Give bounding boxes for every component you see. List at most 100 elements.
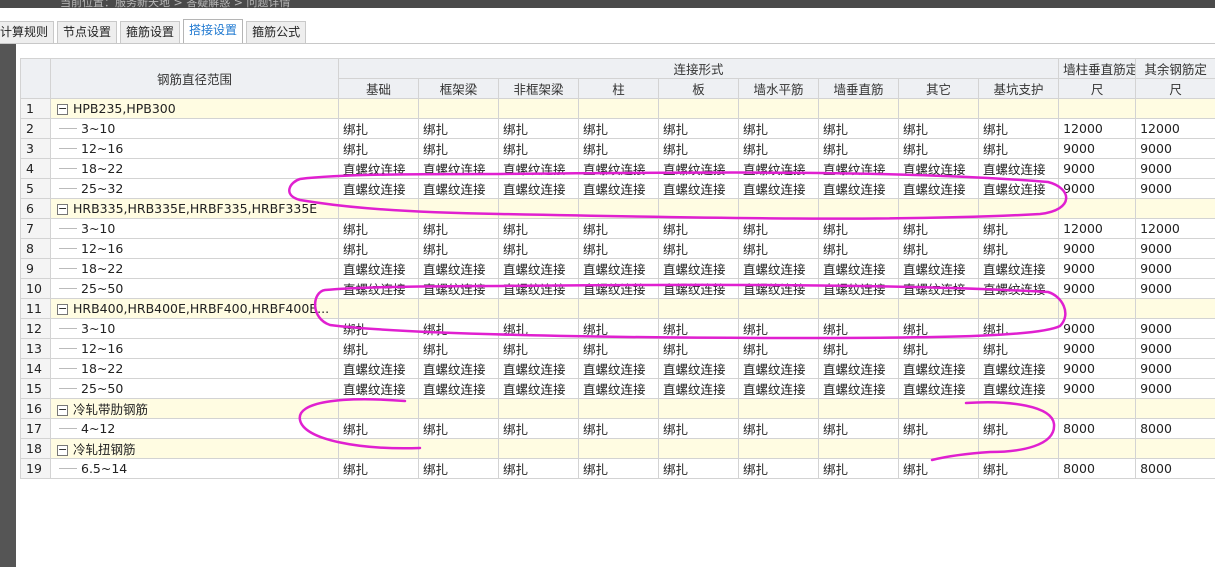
collapse-icon[interactable]: −	[57, 103, 68, 115]
connection-cell[interactable]: 绑扎	[738, 338, 819, 359]
connection-cell[interactable]: 直螺纹连接	[738, 358, 819, 379]
connection-cell[interactable]: 直螺纹连接	[658, 358, 739, 379]
connection-cell[interactable]: 绑扎	[738, 118, 819, 139]
group-label[interactable]: − HRB335,HRB335E,HRBF335,HRBF335E	[50, 198, 339, 219]
wall-col-length-cell[interactable]: 9000	[1058, 258, 1137, 279]
connection-cell[interactable]: 绑扎	[977, 218, 1060, 239]
connection-cell[interactable]: 绑扎	[818, 338, 899, 359]
connection-cell[interactable]: 绑扎	[578, 238, 659, 259]
wall-col-length-cell[interactable]: 8000	[1058, 458, 1137, 479]
connection-cell[interactable]: 绑扎	[658, 338, 739, 359]
group-label[interactable]: − 冷轧扭钢筋	[50, 438, 339, 459]
connection-cell[interactable]: 绑扎	[418, 118, 499, 139]
wall-col-length-cell[interactable]: 12000	[1058, 218, 1137, 239]
connection-cell[interactable]: 绑扎	[338, 218, 419, 239]
table-row[interactable]: 9 18~22 直螺纹连接 直螺纹连接 直螺纹连接 直螺纹连接 直螺纹连接 直螺纹连接 直螺纹连…	[20, 258, 1215, 279]
collapse-icon[interactable]: −	[57, 444, 68, 456]
connection-cell[interactable]: 直螺纹连接	[498, 158, 579, 179]
connection-cell[interactable]: 绑扎	[738, 318, 819, 339]
connection-cell[interactable]: 直螺纹连接	[578, 378, 659, 399]
connection-cell[interactable]: 绑扎	[738, 418, 819, 439]
connection-cell[interactable]: 直螺纹连接	[498, 358, 579, 379]
connection-cell[interactable]: 直螺纹连接	[818, 358, 899, 379]
connection-cell[interactable]: 直螺纹连接	[338, 158, 419, 179]
connection-cell[interactable]: 绑扎	[977, 338, 1060, 359]
connection-cell[interactable]: 绑扎	[977, 458, 1060, 479]
wall-col-length-cell[interactable]: 9000	[1058, 138, 1137, 159]
wall-col-length-cell[interactable]: 8000	[1058, 418, 1137, 439]
connection-cell[interactable]: 绑扎	[418, 138, 499, 159]
group-row[interactable]: 11− HRB400,HRB400E,HRBF400,HRBF400E...	[20, 298, 1215, 319]
connection-cell[interactable]: 直螺纹连接	[898, 158, 979, 179]
connection-cell[interactable]: 绑扎	[818, 218, 899, 239]
connection-cell[interactable]: 直螺纹连接	[418, 278, 499, 299]
connection-cell[interactable]: 绑扎	[898, 338, 979, 359]
connection-cell[interactable]: 绑扎	[418, 458, 499, 479]
other-length-cell[interactable]: 9000	[1135, 278, 1215, 299]
connection-cell[interactable]: 绑扎	[338, 418, 419, 439]
connection-cell[interactable]: 绑扎	[658, 138, 739, 159]
connection-cell[interactable]: 绑扎	[578, 218, 659, 239]
connection-cell[interactable]: 绑扎	[498, 318, 579, 339]
connection-cell[interactable]: 绑扎	[498, 418, 579, 439]
connection-cell[interactable]: 直螺纹连接	[898, 278, 979, 299]
wall-col-length-cell[interactable]: 9000	[1058, 238, 1137, 259]
tab-5[interactable]: 箍筋公式	[246, 21, 307, 44]
wall-col-length-cell[interactable]: 9000	[1058, 178, 1137, 199]
connection-cell[interactable]: 直螺纹连接	[418, 378, 499, 399]
other-length-cell[interactable]: 9000	[1135, 338, 1215, 359]
table-row[interactable]: 4 18~22 直螺纹连接 直螺纹连接 直螺纹连接 直螺纹连接 直螺纹连接 直螺纹连接 直螺纹连…	[20, 158, 1215, 179]
connection-cell[interactable]: 直螺纹连接	[658, 178, 739, 199]
connection-cell[interactable]: 直螺纹连接	[977, 258, 1060, 279]
connection-cell[interactable]: 直螺纹连接	[658, 378, 739, 399]
connection-cell[interactable]: 绑扎	[658, 318, 739, 339]
connection-cell[interactable]: 绑扎	[578, 338, 659, 359]
connection-cell[interactable]: 绑扎	[898, 218, 979, 239]
other-length-cell[interactable]: 9000	[1135, 258, 1215, 279]
table-row[interactable]: 7 3~10 绑扎 绑扎 绑扎 绑扎 绑扎 绑扎 绑扎 绑扎 绑扎 12000 12000	[20, 218, 1215, 239]
connection-cell[interactable]: 绑扎	[578, 418, 659, 439]
connection-cell[interactable]: 直螺纹连接	[738, 178, 819, 199]
connection-cell[interactable]: 直螺纹连接	[738, 158, 819, 179]
connection-cell[interactable]: 绑扎	[977, 418, 1060, 439]
connection-cell[interactable]: 绑扎	[338, 118, 419, 139]
tab-4[interactable]: 搭接设置	[183, 19, 244, 44]
connection-cell[interactable]: 绑扎	[338, 458, 419, 479]
connection-cell[interactable]: 绑扎	[418, 418, 499, 439]
connection-cell[interactable]: 绑扎	[498, 238, 579, 259]
connection-cell[interactable]: 直螺纹连接	[498, 378, 579, 399]
table-row[interactable]: 3 12~16 绑扎 绑扎 绑扎 绑扎 绑扎 绑扎 绑扎 绑扎 绑扎 9000 9000	[20, 138, 1215, 159]
tab-2[interactable]: 节点设置	[57, 21, 118, 44]
other-length-cell[interactable]: 8000	[1135, 458, 1215, 479]
connection-cell[interactable]: 直螺纹连接	[977, 358, 1060, 379]
other-length-cell[interactable]: 12000	[1135, 218, 1215, 239]
connection-cell[interactable]: 直螺纹连接	[738, 258, 819, 279]
connection-cell[interactable]: 绑扎	[898, 418, 979, 439]
table-row[interactable]: 5 25~32 直螺纹连接 直螺纹连接 直螺纹连接 直螺纹连接 直螺纹连接 直螺纹连接 直螺纹连…	[20, 178, 1215, 199]
connection-cell[interactable]: 绑扎	[498, 458, 579, 479]
connection-cell[interactable]: 直螺纹连接	[818, 158, 899, 179]
connection-cell[interactable]: 直螺纹连接	[338, 258, 419, 279]
connection-cell[interactable]: 绑扎	[338, 318, 419, 339]
other-length-cell[interactable]: 9000	[1135, 358, 1215, 379]
connection-cell[interactable]: 绑扎	[498, 338, 579, 359]
table-row[interactable]: 13 12~16 绑扎 绑扎 绑扎 绑扎 绑扎 绑扎 绑扎 绑扎 绑扎 9000 9000	[20, 338, 1215, 359]
other-length-cell[interactable]: 9000	[1135, 178, 1215, 199]
connection-cell[interactable]: 直螺纹连接	[418, 258, 499, 279]
connection-cell[interactable]: 直螺纹连接	[418, 358, 499, 379]
wall-col-length-cell[interactable]: 9000	[1058, 378, 1137, 399]
table-row[interactable]: 10 25~50 直螺纹连接 直螺纹连接 直螺纹连接 直螺纹连接 直螺纹连接 直螺纹连接 直螺纹…	[20, 278, 1215, 299]
connection-cell[interactable]: 绑扎	[738, 218, 819, 239]
connection-cell[interactable]: 绑扎	[818, 318, 899, 339]
connection-cell[interactable]: 绑扎	[578, 118, 659, 139]
connection-cell[interactable]: 直螺纹连接	[578, 358, 659, 379]
other-length-cell[interactable]: 9000	[1135, 378, 1215, 399]
other-length-cell[interactable]: 9000	[1135, 318, 1215, 339]
table-row[interactable]: 2 3~10 绑扎 绑扎 绑扎 绑扎 绑扎 绑扎 绑扎 绑扎 绑扎 12000 12000	[20, 118, 1215, 139]
connection-cell[interactable]: 绑扎	[818, 458, 899, 479]
connection-cell[interactable]: 绑扎	[338, 138, 419, 159]
connection-cell[interactable]: 绑扎	[418, 218, 499, 239]
connection-cell[interactable]: 绑扎	[818, 118, 899, 139]
connection-cell[interactable]: 绑扎	[977, 118, 1060, 139]
connection-cell[interactable]: 直螺纹连接	[338, 378, 419, 399]
